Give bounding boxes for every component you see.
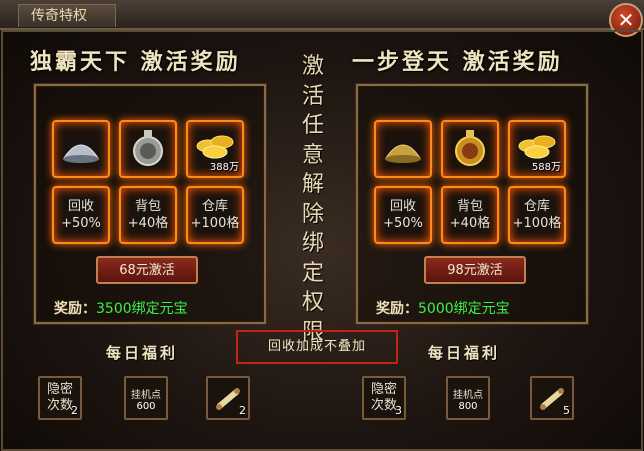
perk-bag: 背包 +40格 <box>441 186 499 244</box>
reward-value: 5000绑定元宝 <box>418 301 510 317</box>
vertical-note: 激 活 任 意 解 除 绑 定 权 限 <box>300 52 326 347</box>
daily-item-slot[interactable]: 5 <box>530 376 574 420</box>
perk-value: +100格 <box>190 216 240 231</box>
perk-value: +50% <box>61 216 101 231</box>
vertical-char: 激 <box>301 54 324 79</box>
slot-count: 3 <box>395 404 402 417</box>
item-slot[interactable] <box>119 120 177 178</box>
perk-label: 背包 <box>456 199 483 214</box>
item-amount: 388万 <box>209 162 239 173</box>
vertical-char: 意 <box>301 142 324 168</box>
perk-label: 仓库 <box>201 199 228 214</box>
vertical-char: 绑 <box>301 231 324 256</box>
daily-item-slot[interactable]: 隐密 次数 3 <box>362 376 406 420</box>
slot-label: 挂机点 <box>131 390 161 401</box>
slot-label: 隐密 <box>370 382 397 397</box>
perk-label: 背包 <box>134 199 161 214</box>
no-stack-notice: 回收加成不叠加 <box>236 330 398 364</box>
perk-value: +40格 <box>449 216 491 231</box>
perk-recycle: 回收 +50% <box>52 186 110 244</box>
title-bar: 传奇特权 <box>0 0 644 30</box>
hat-icon <box>63 144 99 163</box>
vertical-char: 活 <box>301 83 324 109</box>
right-heading: 一步登天 激活奖励 <box>352 49 563 75</box>
left-heading: 独霸天下 激活奖励 <box>30 49 241 75</box>
gold-hat-icon <box>385 144 421 163</box>
vertical-char: 解 <box>301 172 324 197</box>
medal-icon <box>133 130 163 166</box>
slot-count: 800 <box>458 401 478 412</box>
left-daily-heading: 每日福利 <box>106 344 179 362</box>
gold-medal-icon <box>455 130 485 166</box>
item-amount: 588万 <box>531 162 561 173</box>
daily-item-slot[interactable]: 挂机点 600 <box>124 376 168 420</box>
slot-label: 挂机点 <box>453 390 483 401</box>
perk-label: 仓库 <box>523 199 550 214</box>
perk-label: 回收 <box>389 199 416 214</box>
left-reward: 奖励：3500绑定元宝 <box>54 298 188 318</box>
item-slot[interactable] <box>52 120 110 178</box>
perk-value: +100格 <box>512 216 562 231</box>
item-slot[interactable] <box>441 120 499 178</box>
activate-68-button[interactable]: 68元激活 <box>96 256 198 284</box>
vertical-char: 除 <box>301 201 324 227</box>
reward-label: 奖励： <box>376 301 418 317</box>
item-slot[interactable]: 388万 <box>186 120 244 178</box>
vertical-char: 权 <box>301 290 324 315</box>
perk-warehouse: 仓库 +100格 <box>508 186 566 244</box>
slot-count: 2 <box>71 404 78 417</box>
window-title: 传奇特权 <box>18 4 116 27</box>
item-slot[interactable] <box>374 120 432 178</box>
slot-count: 2 <box>239 404 246 417</box>
daily-item-slot[interactable]: 隐密 次数 2 <box>38 376 82 420</box>
vertical-char: 任 <box>301 113 324 138</box>
activate-98-button[interactable]: 98元激活 <box>424 256 526 284</box>
perk-value: +50% <box>383 216 423 231</box>
perk-recycle: 回收 +50% <box>374 186 432 244</box>
right-reward: 奖励：5000绑定元宝 <box>376 298 510 318</box>
slot-label: 隐密 <box>46 382 73 397</box>
item-slot[interactable]: 588万 <box>508 120 566 178</box>
perk-warehouse: 仓库 +100格 <box>186 186 244 244</box>
reward-label: 奖励： <box>54 301 96 317</box>
perk-bag: 背包 +40格 <box>119 186 177 244</box>
daily-item-slot[interactable]: 2 <box>206 376 250 420</box>
right-daily-heading: 每日福利 <box>428 344 501 362</box>
slot-count: 5 <box>563 404 570 417</box>
perk-label: 回收 <box>67 199 94 214</box>
slot-count: 600 <box>136 401 156 412</box>
perk-value: +40格 <box>127 216 169 231</box>
reward-value: 3500绑定元宝 <box>96 301 188 317</box>
privilege-window: 传奇特权 ✕ 独霸天下 激活奖励 一步登天 激活奖励 激 活 任 意 解 除 绑… <box>0 0 644 451</box>
vertical-char: 定 <box>301 260 324 286</box>
daily-item-slot[interactable]: 挂机点 800 <box>446 376 490 420</box>
